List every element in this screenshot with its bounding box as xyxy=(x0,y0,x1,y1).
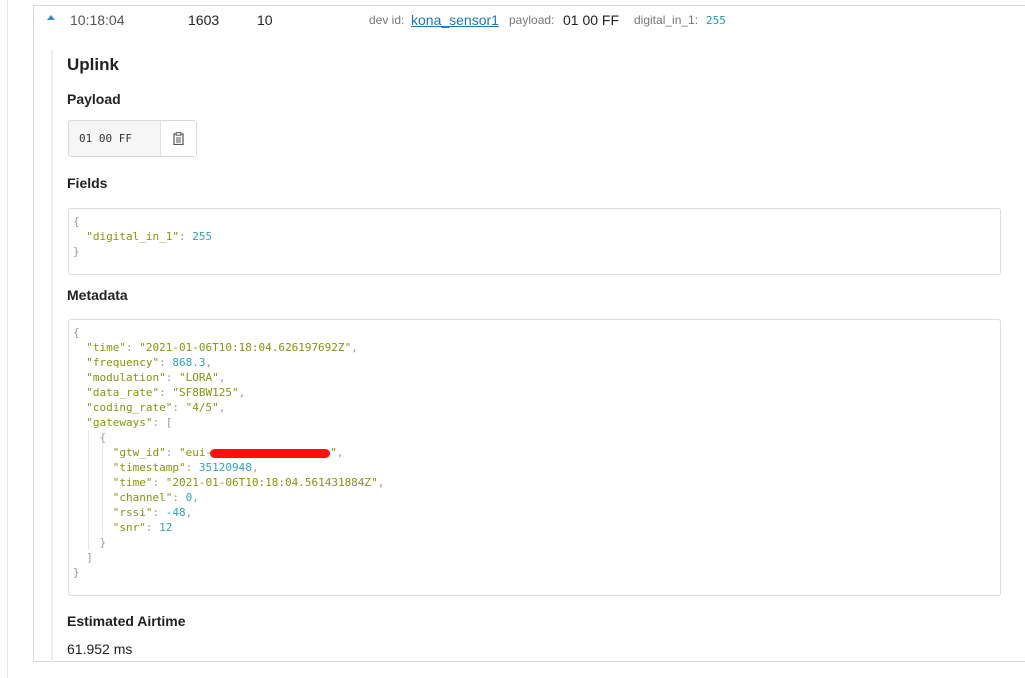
port-number: 10 xyxy=(257,12,273,28)
meta-time: 2021-01-06T10:18:04.626197692Z xyxy=(145,341,345,354)
caret-up-icon[interactable] xyxy=(47,15,55,20)
metadata-heading: Metadata xyxy=(67,287,128,303)
page-left-border xyxy=(7,0,8,678)
payload-hex-box: 01 00 FF xyxy=(68,120,197,157)
uplink-message-card: 10:18:04 1603 10 dev id: kona_sensor1 pa… xyxy=(33,5,1025,662)
field-value: 255 xyxy=(706,14,726,27)
airtime-value: 61.952 ms xyxy=(67,641,133,657)
field-label: digital_in_1: xyxy=(634,13,699,27)
fields-json-block: { "digital_in_1": 255 } xyxy=(68,208,1001,275)
message-time: 10:18:04 xyxy=(70,12,125,28)
message-summary-row[interactable]: 10:18:04 1603 10 dev id: kona_sensor1 pa… xyxy=(34,6,1025,34)
fields-heading: Fields xyxy=(67,175,108,191)
fields-digital-in-1: 255 xyxy=(192,230,213,243)
payload-value: 01 00 FF xyxy=(563,12,620,28)
gateway-timestamp: 35120948 xyxy=(198,461,252,474)
meta-frequency: 868.3 xyxy=(172,356,206,369)
payload-hex-value[interactable]: 01 00 FF xyxy=(69,121,161,156)
uplink-title: Uplink xyxy=(67,55,119,74)
dev-id-label: dev id: xyxy=(369,13,405,27)
uplink-detail-panel: Uplink Payload 01 00 FF Fields { "digita… xyxy=(51,50,1025,662)
frame-counter: 1603 xyxy=(188,12,220,28)
dev-id-link[interactable]: kona_sensor1 xyxy=(411,12,499,28)
payload-heading: Payload xyxy=(67,91,121,107)
clipboard-icon[interactable] xyxy=(173,132,184,145)
meta-coding-rate: 4/5 xyxy=(192,401,213,414)
meta-modulation: LORA xyxy=(185,371,213,384)
gateway-time: 2021-01-06T10:18:04.561431884Z xyxy=(172,476,372,489)
airtime-heading: Estimated Airtime xyxy=(67,613,186,629)
meta-data-rate: SF8BW125 xyxy=(178,386,232,399)
gateway-rssi: -48 xyxy=(165,506,186,519)
payload-label: payload: xyxy=(509,13,555,27)
copy-payload-button[interactable] xyxy=(161,121,196,156)
metadata-json-block: { "time": "2021-01-06T10:18:04.626197692… xyxy=(68,319,1001,596)
gateway-id-prefix: eui- xyxy=(185,446,213,459)
gateway-snr: 12 xyxy=(159,521,173,534)
redacted-gateway-id xyxy=(210,448,331,458)
